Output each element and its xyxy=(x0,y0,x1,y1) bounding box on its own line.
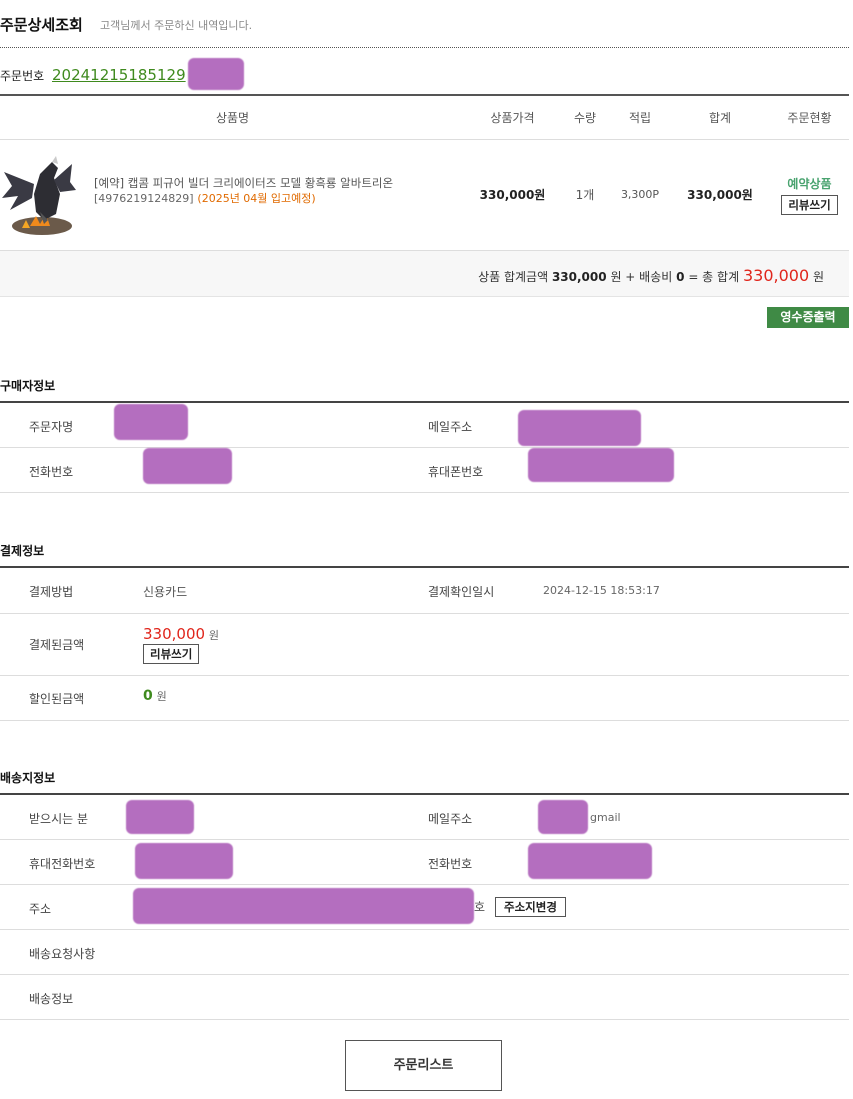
buyer-email-label: 메일주소 xyxy=(428,420,473,434)
redaction-mark xyxy=(114,404,188,440)
paid-amount-won: 원 xyxy=(208,629,219,642)
discount-amount: 0 xyxy=(143,688,153,704)
summary-won: 원 xyxy=(812,270,824,284)
buyer-section-title: 구매자정보 xyxy=(0,379,56,393)
payment-row-1: 결제방법 신용카드 결제확인일시 2024-12-15 18:53:17 xyxy=(0,568,849,614)
summary-grand-total: 330,000 xyxy=(742,266,810,285)
product-thumbnail-dragon-image[interactable] xyxy=(0,153,78,236)
order-list-button[interactable]: 주문리스트 xyxy=(345,1040,502,1091)
delivery-request-label: 배송요청사항 xyxy=(29,947,96,961)
col-header-product: 상품명 xyxy=(0,95,465,140)
col-header-qty: 수량 xyxy=(560,95,610,140)
redaction-mark xyxy=(538,800,588,834)
product-points: 3,300P xyxy=(610,139,670,251)
status-cell: 예약상품 리뷰쓰기 xyxy=(770,139,849,251)
payment-section-title: 결제정보 xyxy=(0,544,45,558)
col-header-status: 주문현황 xyxy=(770,95,849,140)
redaction-mark xyxy=(528,448,674,482)
order-status-badge: 예약상품 xyxy=(787,176,832,191)
review-button[interactable]: 리뷰쓰기 xyxy=(781,194,838,215)
print-receipt-button[interactable]: 영수증출력 xyxy=(767,307,849,328)
page-description: 고객님께서 주문하신 내역입니다. xyxy=(100,19,253,32)
summary-plus-shipping-label: 원 + 배송비 xyxy=(610,270,673,284)
col-header-total: 합계 xyxy=(670,95,770,140)
product-qty: 1개 xyxy=(560,139,610,251)
receiver-label: 받으시는 분 xyxy=(29,812,89,826)
payment-info-table: 결제방법 신용카드 결제확인일시 2024-12-15 18:53:17 결제된… xyxy=(0,566,849,721)
product-eta: (2025년 04월 입고예정) xyxy=(197,191,316,205)
redaction-mark xyxy=(188,58,244,90)
payment-method-label: 결제방법 xyxy=(29,585,74,599)
product-price: 330,000원 xyxy=(465,139,560,251)
summary-shipping: 0 xyxy=(676,270,685,284)
redaction-mark xyxy=(133,888,474,924)
summary-label: 상품 합계금액 xyxy=(478,270,549,284)
shipping-email-label: 메일주소 xyxy=(428,812,473,826)
payment-confirm-time: 2024-12-15 18:53:17 xyxy=(543,584,660,597)
delivery-info-label: 배송정보 xyxy=(29,992,74,1006)
discount-group: 0 원 xyxy=(143,688,167,704)
buyer-mobile-label: 휴대폰번호 xyxy=(428,465,484,479)
order-number-row: 주문번호 20241215185129 xyxy=(0,66,186,84)
table-header-row: 상품명 상품가격 수량 적립 합계 주문현황 xyxy=(0,95,849,140)
product-total: 330,000원 xyxy=(670,139,770,251)
order-items-table: 상품명 상품가격 수량 적립 합계 주문현황 [예약] 캡콤 피규어 빌더 크리… xyxy=(0,94,849,251)
order-summary-bar: 상품 합계금액 330,000 원 + 배송비 0 = 총 합계 330,000… xyxy=(0,251,849,297)
page-title: 주문상세조회 xyxy=(0,16,83,34)
product-code: [4976219124829] xyxy=(94,191,194,205)
paid-amount-group: 330,000 원 리뷰쓰기 xyxy=(143,625,219,664)
payment-review-button[interactable]: 리뷰쓰기 xyxy=(143,644,200,664)
shipping-row-2: 휴대전화번호 전화번호 xyxy=(0,840,849,885)
shipping-row-4: 배송요청사항 xyxy=(0,930,849,975)
redaction-mark xyxy=(135,843,233,879)
paid-amount-label: 결제된금액 xyxy=(29,638,85,652)
address-label: 주소 xyxy=(29,902,52,916)
order-number-link[interactable]: 20241215185129 xyxy=(52,66,186,84)
shipping-mobile-label: 휴대전화번호 xyxy=(29,857,96,871)
redaction-mark xyxy=(126,800,194,834)
col-header-points: 적립 xyxy=(610,95,670,140)
discount-label: 할인된금액 xyxy=(29,692,85,706)
redaction-mark xyxy=(528,843,652,879)
paid-amount: 330,000 xyxy=(143,625,206,643)
payment-row-2: 결제된금액 330,000 원 리뷰쓰기 xyxy=(0,614,849,676)
shipping-phone-label: 전화번호 xyxy=(428,857,473,871)
redaction-mark xyxy=(518,410,641,446)
shipping-row-5: 배송정보 xyxy=(0,975,849,1020)
shipping-email-suffix: gmail xyxy=(590,811,621,824)
payment-row-3: 할인된금액 0 원 xyxy=(0,676,849,721)
address-tail: 호 xyxy=(474,900,486,914)
col-header-price: 상품가격 xyxy=(465,95,560,140)
buyer-phone-label: 전화번호 xyxy=(29,465,74,479)
summary-subtotal: 330,000 xyxy=(551,270,607,284)
product-cell: [예약] 캡콤 피규어 빌더 크리에이터즈 모델 황흑룡 알바트리온 [4976… xyxy=(0,139,465,251)
page-header: 주문상세조회 고객님께서 주문하신 내역입니다. xyxy=(0,14,849,48)
redaction-mark xyxy=(143,448,232,484)
payment-confirm-label: 결제확인일시 xyxy=(428,585,495,599)
order-number-label: 주문번호 xyxy=(0,69,45,83)
buyer-row-2: 전화번호 휴대폰번호 xyxy=(0,448,849,493)
summary-total-label: = 총 합계 xyxy=(688,270,740,284)
payment-method-value: 신용카드 xyxy=(143,585,188,599)
table-row: [예약] 캡콤 피규어 빌더 크리에이터즈 모델 황흑룡 알바트리온 [4976… xyxy=(0,139,849,251)
change-address-button[interactable]: 주소지변경 xyxy=(495,897,566,917)
buyer-name-label: 주문자명 xyxy=(29,420,74,434)
shipping-section-title: 배송지정보 xyxy=(0,771,56,785)
product-name-link[interactable]: [예약] 캡콤 피규어 빌더 크리에이터즈 모델 황흑룡 알바트리온 xyxy=(94,176,393,190)
discount-won: 원 xyxy=(156,690,167,703)
